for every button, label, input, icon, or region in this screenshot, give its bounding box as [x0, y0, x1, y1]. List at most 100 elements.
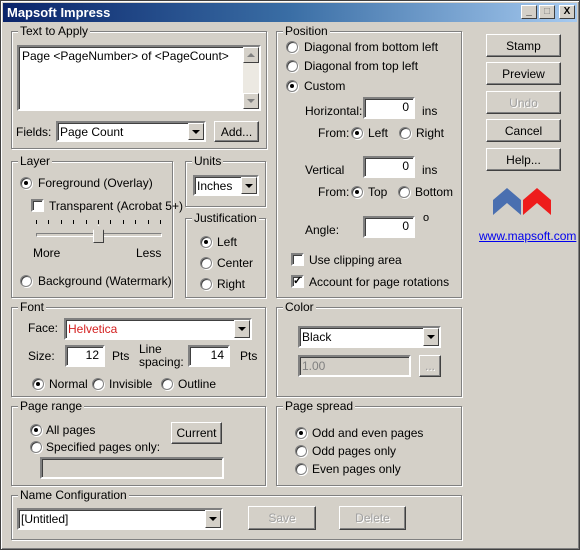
use-clipping-checkbox[interactable] — [291, 253, 304, 266]
justify-center-radio[interactable] — [200, 257, 212, 269]
add-field-button[interactable]: Add... — [214, 121, 259, 142]
page-spread-group: Page spread Odd and even pages Odd pages… — [276, 399, 462, 486]
specified-pages-input[interactable] — [40, 457, 224, 479]
save-configuration-button: Save — [248, 506, 316, 530]
slider-min-label: More — [33, 246, 61, 260]
maximize-button[interactable]: □ — [539, 5, 555, 19]
face-label: Face: — [28, 321, 59, 335]
transparent-label: Transparent (Acrobat 5+) — [49, 199, 183, 213]
chevron-down-icon[interactable] — [205, 510, 221, 528]
units-dropdown[interactable]: Inches — [193, 175, 259, 196]
units-group: Units Inches — [185, 154, 266, 207]
vertical-unit: ins — [422, 163, 438, 177]
horizontal-from-left-label: Left — [368, 126, 389, 140]
foreground-label: Foreground (Overlay) — [38, 176, 153, 190]
foreground-radio[interactable] — [20, 177, 32, 189]
color-group: Color Black 1.00 ... — [276, 300, 462, 397]
justify-left-label: Left — [217, 235, 238, 249]
vertical-from-label: From: — [318, 185, 350, 199]
even-pages-radio[interactable] — [295, 463, 307, 475]
scroll-down-button[interactable] — [243, 93, 259, 109]
vertical-input[interactable]: 0 — [363, 156, 415, 178]
stamp-button[interactable]: Stamp — [486, 34, 561, 57]
horizontal-input[interactable]: 0 — [363, 97, 415, 119]
font-face-selected: Helvetica — [68, 322, 118, 336]
chevron-down-icon[interactable] — [234, 320, 250, 338]
text-to-apply-textarea[interactable]: Page <PageNumber> of <PageCount> — [17, 45, 261, 111]
cancel-button[interactable]: Cancel — [486, 119, 561, 142]
window-title: Mapsoft Impress — [7, 5, 111, 20]
vertical-from-bottom-radio[interactable] — [398, 186, 410, 198]
chevron-down-icon[interactable] — [188, 123, 204, 140]
scroll-up-button[interactable] — [243, 47, 259, 63]
vertical-from-top-radio[interactable] — [351, 186, 363, 198]
diagonal-bottom-left-radio[interactable] — [286, 41, 298, 53]
slider-tick — [86, 220, 87, 224]
color-opacity-input: 1.00 — [298, 355, 411, 377]
configuration-dropdown[interactable]: [Untitled] — [17, 508, 223, 530]
justify-left-radio[interactable] — [200, 236, 212, 248]
text-to-apply-value: Page <PageNumber> of <PageCount> — [22, 49, 229, 63]
help-button[interactable]: Help... — [486, 148, 561, 171]
text-to-apply-group: Text to Apply Page <PageNumber> of <Page… — [11, 24, 267, 149]
size-label: Size: — [28, 349, 55, 363]
all-pages-radio[interactable] — [30, 424, 42, 436]
preview-button[interactable]: Preview — [486, 62, 561, 85]
slider-tick — [110, 220, 111, 224]
mapsoft-website-link[interactable]: www.mapsoft.com — [479, 229, 576, 243]
justify-right-radio[interactable] — [200, 278, 212, 290]
horizontal-from-right-radio[interactable] — [399, 127, 411, 139]
account-rotations-checkbox[interactable]: ✓ — [291, 275, 304, 288]
style-invisible-radio[interactable] — [92, 378, 104, 390]
close-button[interactable]: X — [559, 5, 575, 19]
color-dropdown[interactable]: Black — [298, 326, 441, 348]
minimize-button[interactable]: _ — [521, 5, 537, 19]
all-pages-label: All pages — [46, 423, 96, 437]
page-range-group: Page range All pages Specified pages onl… — [11, 399, 266, 486]
odd-pages-radio[interactable] — [295, 445, 307, 457]
fields-dropdown[interactable]: Page Count — [56, 121, 206, 142]
font-group: Font Face: Helvetica Size: 12 Pts Line s… — [11, 300, 266, 397]
mapsoft-impress-window: Mapsoft Impress _ □ X Text to Apply Page… — [0, 0, 580, 550]
degree-unit: o — [423, 212, 430, 224]
color-picker-button: ... — [419, 355, 441, 377]
chevron-down-icon[interactable] — [423, 328, 439, 346]
logo-blue-chevron-icon — [493, 188, 521, 215]
angle-label: Angle: — [305, 223, 340, 237]
undo-button: Undo — [486, 91, 561, 114]
specified-pages-radio[interactable] — [30, 441, 42, 453]
page-spread-legend: Page spread — [283, 399, 356, 413]
color-selected: Black — [302, 330, 332, 344]
slider-tick — [148, 220, 149, 224]
font-legend: Font — [18, 300, 47, 314]
vertical-label: Vertical — [305, 163, 345, 177]
text-to-apply-legend: Text to Apply — [18, 24, 91, 38]
transparency-slider-thumb[interactable] — [93, 225, 104, 243]
transparent-checkbox[interactable] — [31, 199, 44, 212]
name-configuration-group: Name Configuration [Untitled] Save Delet… — [11, 488, 462, 540]
slider-tick — [98, 220, 99, 224]
line-spacing-input[interactable]: 14 — [188, 345, 230, 367]
mapsoft-logo — [493, 188, 551, 215]
odd-even-pages-label: Odd and even pages — [312, 426, 424, 440]
size-unit: Pts — [112, 349, 130, 363]
diagonal-top-left-radio[interactable] — [286, 60, 298, 72]
font-size-input[interactable]: 12 — [65, 345, 105, 367]
font-face-dropdown[interactable]: Helvetica — [64, 318, 252, 340]
style-normal-radio[interactable] — [32, 378, 44, 390]
chevron-down-icon[interactable] — [241, 177, 257, 194]
title-bar[interactable]: Mapsoft Impress _ □ X — [3, 3, 577, 22]
style-outline-radio[interactable] — [161, 378, 173, 390]
position-group: Position Diagonal from bottom left Diago… — [276, 24, 462, 298]
vertical-from-bottom-label: Bottom — [415, 185, 454, 199]
odd-even-pages-radio[interactable] — [295, 427, 307, 439]
horizontal-from-left-radio[interactable] — [351, 127, 363, 139]
background-radio[interactable] — [20, 275, 32, 287]
vertical-from-top-label: Top — [368, 185, 388, 199]
odd-pages-label: Odd pages only — [312, 444, 397, 458]
textarea-scrollbar[interactable] — [243, 47, 259, 109]
current-page-button[interactable]: Current — [171, 422, 222, 444]
page-range-legend: Page range — [18, 399, 85, 413]
custom-position-radio[interactable] — [286, 80, 298, 92]
angle-input[interactable]: 0 — [363, 216, 415, 238]
